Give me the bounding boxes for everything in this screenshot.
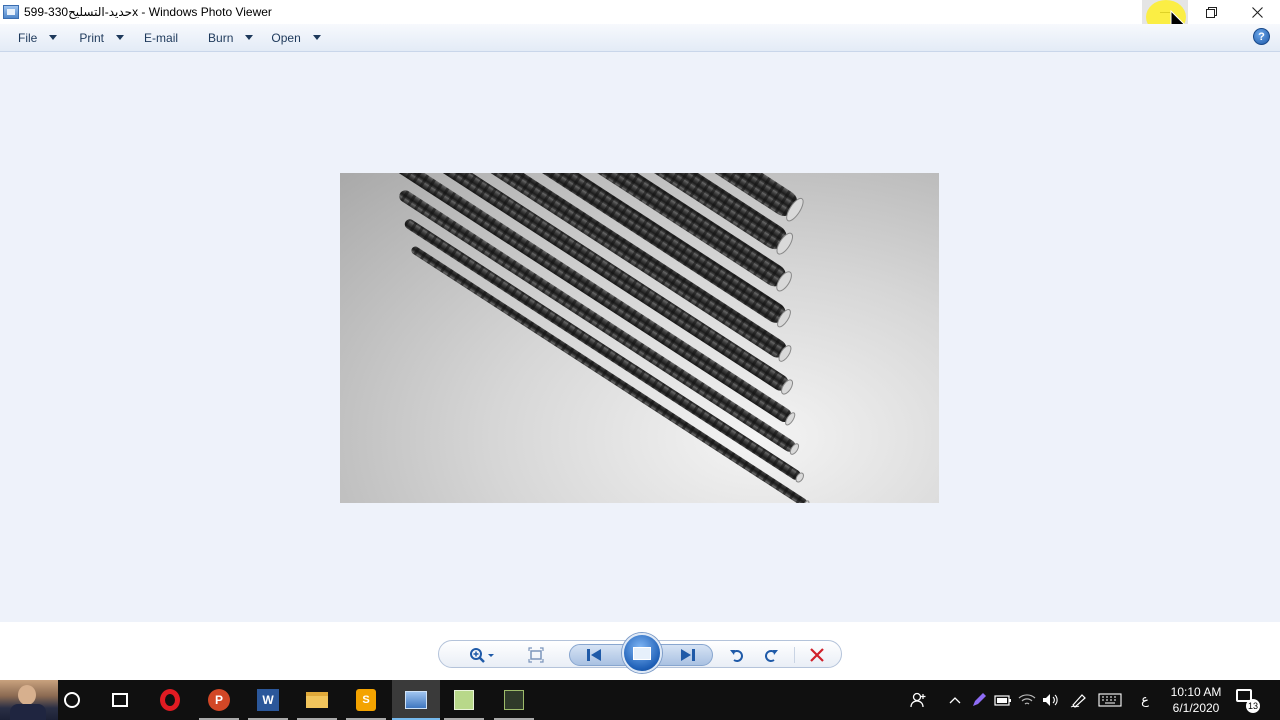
keyboard-icon — [1098, 693, 1122, 707]
touch-keyboard-button[interactable] — [1096, 680, 1124, 720]
rotate-right-button[interactable] — [759, 641, 783, 669]
clock[interactable]: 10:10 AM 6/1/2020 — [1160, 680, 1232, 720]
title-bar: 599-حديد-التسليح330x - Windows Photo Vie… — [0, 0, 1280, 24]
chevron-down-icon — [312, 35, 321, 40]
chevron-down-icon — [245, 35, 254, 40]
next-button[interactable] — [673, 641, 703, 669]
separator — [794, 647, 795, 663]
rebar-photo — [340, 173, 939, 503]
next-icon — [681, 649, 695, 661]
word-icon: W — [257, 689, 279, 711]
delete-icon — [810, 648, 824, 662]
window-title: 599-حديد-التسليح330x - Windows Photo Vie… — [24, 5, 272, 19]
help-button[interactable]: ? — [1253, 28, 1270, 45]
clock-time: 10:10 AM — [1170, 685, 1222, 699]
menu-burn[interactable]: Burn — [200, 24, 261, 51]
ink-workspace-icon — [1070, 694, 1086, 708]
volume-icon — [1043, 694, 1058, 706]
menu-open[interactable]: Open — [263, 24, 328, 51]
notepad-icon — [454, 690, 474, 710]
fit-window-icon — [528, 647, 544, 663]
restore-icon — [1205, 6, 1217, 18]
photo-viewer-taskbar-button[interactable] — [404, 688, 428, 712]
slideshow-icon — [633, 646, 651, 660]
rebar-rods — [388, 173, 807, 503]
sumatra-pdf-button[interactable]: S — [354, 688, 378, 712]
menu-email[interactable]: E-mail — [136, 24, 186, 51]
close-icon — [1251, 6, 1263, 18]
input-language-button[interactable]: ع — [1134, 680, 1156, 720]
photo-viewer-icon — [3, 5, 19, 19]
rotate-left-button[interactable] — [725, 641, 749, 669]
wifi-button[interactable] — [1016, 680, 1038, 720]
taskbar: P W S ع 10:10 AM 6/1/2020 13 — [0, 680, 1280, 720]
cortana-button[interactable] — [60, 688, 84, 712]
chevron-up-icon — [949, 697, 961, 704]
restore-button[interactable] — [1188, 0, 1234, 24]
close-button[interactable] — [1234, 0, 1280, 24]
previous-button[interactable] — [579, 641, 609, 669]
control-pill — [438, 633, 842, 673]
volume-button[interactable] — [1040, 680, 1062, 720]
wifi-icon — [1018, 694, 1036, 705]
menu-bar: File Print E-mail Burn Open ? — [0, 24, 1280, 52]
slideshow-button[interactable] — [622, 633, 662, 673]
viewer-control-bar — [0, 622, 1280, 680]
powerpoint-icon: P — [208, 689, 230, 711]
rebar-ends — [776, 197, 810, 503]
cortana-icon — [64, 692, 80, 708]
menu-print[interactable]: Print — [71, 24, 132, 51]
pen-icon — [973, 693, 986, 706]
photo-viewer-icon — [405, 691, 427, 709]
opera-icon — [160, 689, 180, 711]
clock-date: 6/1/2020 — [1172, 701, 1220, 715]
show-hidden-icons-button[interactable] — [944, 680, 966, 720]
powerpoint-button[interactable]: P — [207, 688, 231, 712]
rotate-right-icon — [765, 650, 778, 662]
rebar-illustration — [388, 173, 810, 503]
photo-viewport — [0, 52, 1280, 622]
zoom-button[interactable] — [465, 641, 499, 669]
rotate-left-icon — [730, 650, 743, 662]
battery-icon — [994, 695, 1011, 706]
app-icon — [504, 690, 524, 710]
fit-window-button[interactable] — [523, 641, 549, 669]
ink-workspace-button[interactable] — [1068, 680, 1090, 720]
chevron-down-icon — [116, 35, 125, 40]
menu-file[interactable]: File — [10, 24, 65, 51]
file-explorer-button[interactable] — [305, 688, 329, 712]
notepad-button[interactable] — [452, 688, 476, 712]
pen-tray-button[interactable] — [968, 680, 990, 720]
opera-button[interactable] — [158, 688, 182, 712]
task-view-button[interactable] — [108, 688, 132, 712]
file-explorer-icon — [306, 692, 328, 708]
action-center-button[interactable]: 13 — [1236, 689, 1260, 713]
people-icon — [910, 692, 926, 708]
app-button[interactable] — [502, 688, 526, 712]
presenter-webcam — [0, 680, 58, 720]
sumatra-pdf-icon: S — [356, 689, 376, 711]
word-button[interactable]: W — [256, 688, 280, 712]
chevron-down-icon — [49, 35, 58, 40]
battery-button[interactable] — [992, 680, 1014, 720]
people-button[interactable] — [906, 680, 932, 720]
delete-button[interactable] — [805, 641, 829, 669]
notification-count: 13 — [1246, 699, 1260, 713]
zoom-icon — [470, 648, 494, 663]
task-view-icon — [112, 693, 128, 707]
previous-icon — [587, 649, 601, 661]
